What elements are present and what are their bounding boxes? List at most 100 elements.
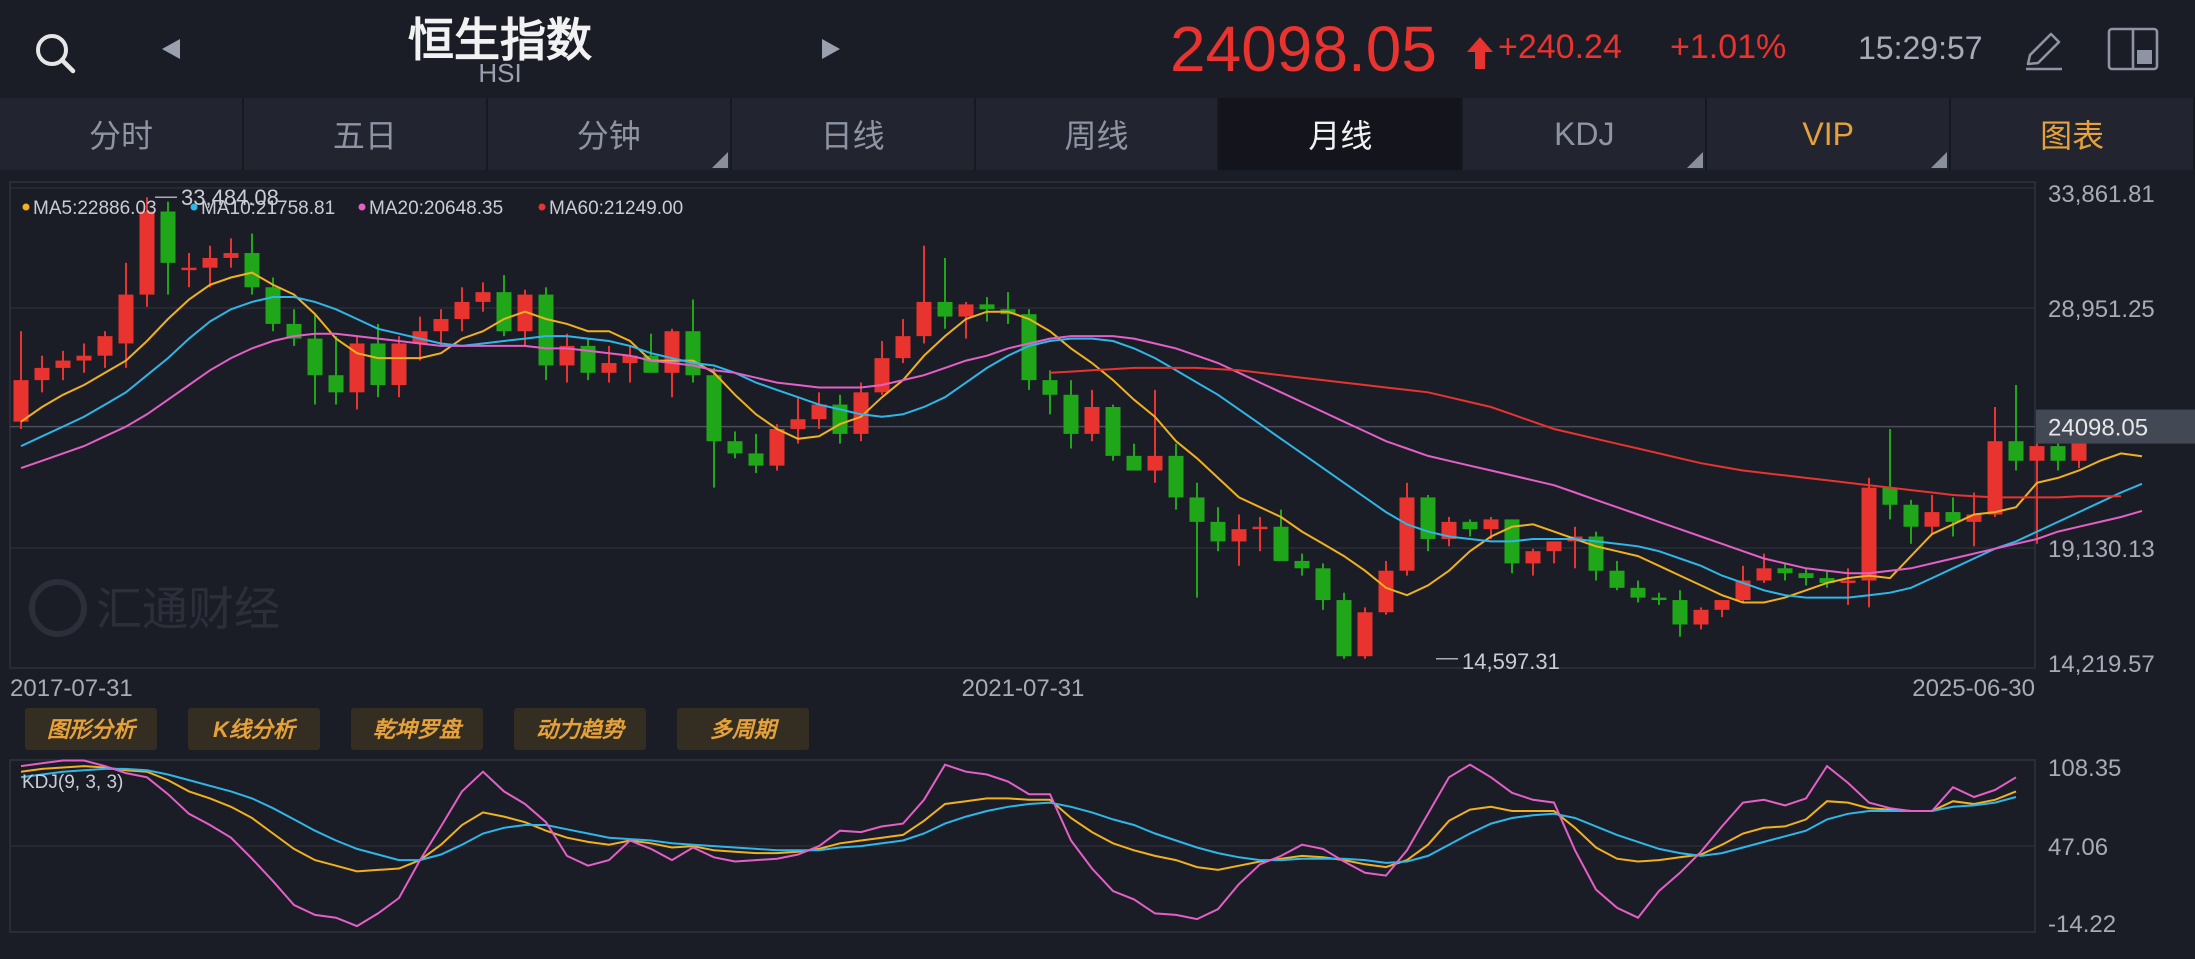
tab-4[interactable]: 周线 xyxy=(976,98,1220,170)
candle-body xyxy=(202,257,218,268)
candle xyxy=(1861,477,1877,608)
indicator-button-label: 乾坤罗盘 xyxy=(373,717,464,742)
candle xyxy=(832,394,848,444)
candle-body xyxy=(13,380,29,422)
legend-dot xyxy=(358,203,366,211)
candle xyxy=(1987,407,2003,517)
arrow-up-icon xyxy=(1467,37,1493,69)
candle-body xyxy=(1546,541,1562,552)
candle-body xyxy=(1231,529,1247,542)
candle xyxy=(748,433,764,473)
candle-body xyxy=(2008,441,2024,461)
x-tick-label: 2017-07-31 xyxy=(10,675,133,702)
arrow-right-icon[interactable] xyxy=(818,36,844,62)
last-price: 24098.05 xyxy=(1170,13,1437,85)
kdj-grid xyxy=(9,759,2036,933)
tab-2[interactable]: 分钟 xyxy=(488,98,732,170)
candle xyxy=(1777,563,1793,581)
candle-body xyxy=(1609,570,1625,588)
price-change: +240.24 xyxy=(1498,28,1622,66)
tab-label: VIP xyxy=(1802,115,1854,152)
candle xyxy=(2029,428,2045,544)
tab-label: 分时 xyxy=(88,118,153,154)
indicator-button-3[interactable]: 动力趋势 xyxy=(514,708,646,750)
candle-body xyxy=(958,304,974,317)
pencil-icon[interactable] xyxy=(2020,28,2066,74)
indicator-button-label: K线分析 xyxy=(213,717,298,742)
tab-5[interactable]: 月线 xyxy=(1219,98,1464,170)
candle xyxy=(202,245,218,288)
candle-body xyxy=(706,375,722,442)
candle-body xyxy=(1462,521,1478,530)
kdj-y-tick-label: -14.22 xyxy=(2048,911,2116,938)
candle-body xyxy=(139,211,155,295)
candle-body xyxy=(937,301,953,317)
candle xyxy=(307,314,323,405)
candle-body xyxy=(55,360,71,368)
candle xyxy=(1189,482,1205,598)
tab-label: KDJ xyxy=(1554,115,1615,152)
candle-body xyxy=(1714,600,1730,610)
legend-label: MA20:20648.35 xyxy=(369,198,503,219)
candle xyxy=(433,309,449,346)
tab-0[interactable]: 分时 xyxy=(0,98,244,170)
candle-body xyxy=(265,287,281,324)
candle-body xyxy=(307,338,323,376)
candle xyxy=(223,238,239,268)
kdj-title: KDJ(9, 3, 3) xyxy=(22,772,123,793)
kdj-line-j xyxy=(20,759,2017,928)
indicator-button-2[interactable]: 乾坤罗盘 xyxy=(351,708,483,750)
candle xyxy=(1294,553,1310,576)
candle xyxy=(979,297,995,322)
tab-label: 月线 xyxy=(1308,118,1373,154)
legend-label: MA5:22886.03 xyxy=(33,198,157,219)
dropdown-corner-icon xyxy=(1931,152,1948,168)
candle-body xyxy=(1966,514,1982,522)
tab-6[interactable]: KDJ xyxy=(1463,98,1708,170)
candle xyxy=(874,341,890,395)
candle xyxy=(1210,507,1226,552)
layout-icon[interactable] xyxy=(2106,26,2160,72)
legend-dot xyxy=(538,203,546,211)
candle-body xyxy=(181,267,197,271)
y-tick-label: 33,861.81 xyxy=(2048,181,2155,208)
candle-body xyxy=(223,253,239,258)
candle xyxy=(1924,494,1940,535)
tab-7[interactable]: VIP xyxy=(1707,98,1952,170)
search-icon[interactable] xyxy=(32,30,78,76)
candle-body xyxy=(391,343,407,386)
candle xyxy=(496,275,512,337)
indicator-button-4[interactable]: 多周期 xyxy=(677,708,809,750)
candle xyxy=(1042,370,1058,415)
legend-label: MA60:21249.00 xyxy=(549,198,683,219)
candle-body xyxy=(2029,446,2045,461)
ma-line-ma5 xyxy=(20,271,2143,604)
indicator-button-1[interactable]: K线分析 xyxy=(188,708,320,750)
candle-body xyxy=(1882,487,1898,505)
tab-3[interactable]: 日线 xyxy=(732,98,976,170)
candle-body xyxy=(685,331,701,376)
candle-body xyxy=(748,453,764,466)
last-price-tag-text: 24098.05 xyxy=(2048,415,2148,442)
candle-body xyxy=(475,292,491,302)
candle xyxy=(97,331,113,368)
candle-body xyxy=(1630,587,1646,598)
candle-body xyxy=(1840,580,1856,583)
price-change-percent: +1.01% xyxy=(1670,28,1787,66)
candle xyxy=(391,336,407,398)
kdj-line-d xyxy=(20,767,2017,864)
candle xyxy=(1525,548,1541,576)
tab-1[interactable]: 五日 xyxy=(244,98,488,170)
candle xyxy=(1546,541,1562,564)
tab-label: 分钟 xyxy=(576,118,641,154)
candle-body xyxy=(1777,568,1793,574)
candle-body xyxy=(370,343,386,386)
y-tick-label: 14,219.57 xyxy=(2048,651,2155,678)
candle-body xyxy=(76,355,92,361)
tab-8[interactable]: 图表 xyxy=(1951,98,2195,170)
chart-area: 汇通财经 33,861.81 28,951.25 19,130.13 14,219.5… xyxy=(9,181,2195,938)
indicator-button-0[interactable]: 图形分析 xyxy=(25,708,157,750)
candle-body xyxy=(2050,446,2066,461)
watermark-logo-icon xyxy=(29,579,87,637)
arrow-left-icon[interactable] xyxy=(158,36,184,62)
